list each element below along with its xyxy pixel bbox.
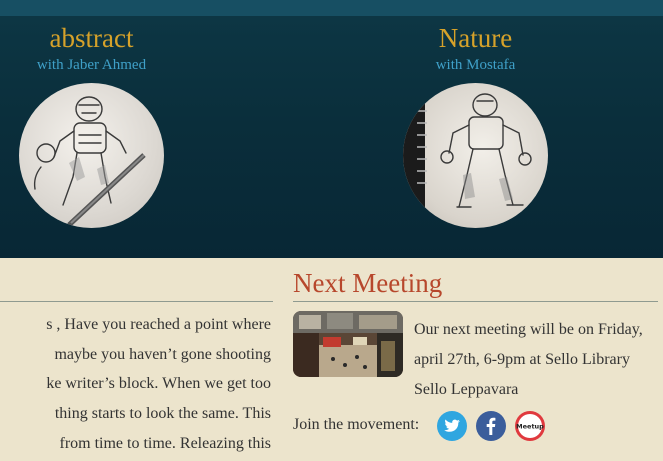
twitter-link[interactable] — [437, 411, 467, 441]
article-line: maybe you haven’t gone shooting — [54, 346, 271, 363]
article-line: s , Have you reached a point where — [46, 316, 271, 333]
article-line: ke writer’s block. When we get too — [46, 375, 271, 392]
group-title[interactable]: abstract — [0, 23, 183, 53]
next-meeting-heading: Next Meeting — [293, 268, 443, 298]
group-card-abstract[interactable]: abstract with Jaber Ahmed — [0, 16, 183, 246]
article-divider — [0, 301, 273, 302]
meeting-venue-photo — [293, 311, 403, 377]
group-image-nature[interactable] — [403, 83, 548, 228]
featured-groups: abstract with Jaber Ahmed Nature with Mo… — [0, 16, 663, 258]
group-card-nature[interactable]: Nature with Mostafa — [384, 16, 567, 246]
article-excerpt: s , Have you reached a point where maybe… — [0, 313, 275, 461]
group-title[interactable]: Nature — [384, 23, 567, 53]
group-host: with Jaber Ahmed — [36, 57, 147, 73]
twitter-icon — [437, 411, 467, 441]
meeting-details: Our next meeting will be on Friday, apri… — [414, 321, 643, 398]
group-image-abstract[interactable] — [19, 83, 164, 228]
meetup-link[interactable]: Meetup — [515, 411, 545, 441]
group-host: with Mostafa — [435, 57, 516, 73]
article-line: from time to time. Releazing this — [59, 435, 271, 452]
article-line: thing starts to look the same. This — [54, 405, 271, 422]
facebook-link[interactable] — [476, 411, 506, 441]
svg-text:Meetup: Meetup — [516, 423, 544, 431]
top-bar — [0, 0, 663, 16]
join-label: Join the movement: — [293, 416, 420, 433]
meetup-icon: Meetup — [515, 411, 545, 441]
facebook-icon — [476, 411, 506, 441]
meeting-divider — [293, 301, 658, 302]
